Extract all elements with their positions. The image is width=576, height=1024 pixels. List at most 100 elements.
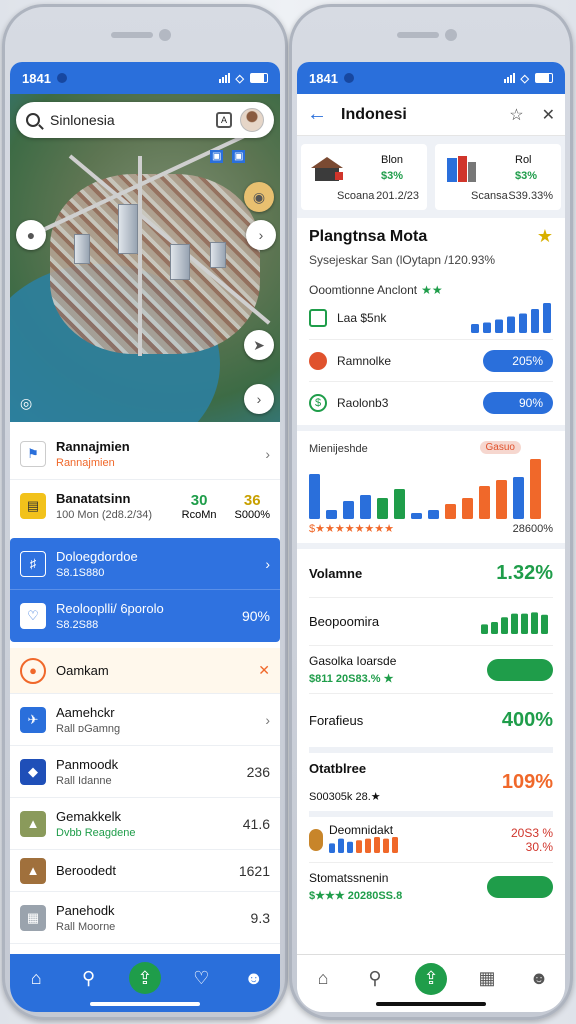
map-building [74, 234, 90, 264]
list-item[interactable]: ▲ Beroodedt 1621 [10, 850, 280, 892]
item-subtitle: Rall Moorne [56, 920, 116, 933]
back-arrow-icon[interactable]: ← [307, 103, 327, 126]
chart-bar [374, 837, 380, 853]
compass-icon[interactable]: ➤ [244, 330, 274, 360]
heart-icon[interactable]: ♡ [189, 966, 213, 990]
map-badge[interactable]: ▣ [232, 150, 246, 163]
map-building [210, 242, 226, 268]
chart-bar [347, 841, 353, 853]
tile-percent: $3% [515, 170, 538, 182]
item-title: Panmoodk [56, 756, 119, 772]
list-item[interactable]: ◆ Panmoodk Rall Idanne 236 [10, 746, 280, 798]
summary-tile[interactable]: Rol $3% Scansa S39.33% [435, 144, 561, 210]
photo-thumb-icon[interactable]: ◉ [244, 182, 274, 212]
search-icon [26, 113, 40, 127]
item-title: Banatatsinn [56, 491, 131, 506]
home-icon[interactable]: ⌂ [311, 967, 335, 991]
chart-bar [481, 623, 488, 634]
item-title: Reolooplli/ 6porolo [56, 601, 164, 616]
chevron-right-icon[interactable]: › [246, 220, 276, 250]
item-value: 90% [241, 608, 270, 624]
item-title: Beroodedt [56, 863, 116, 878]
value-pill[interactable]: 205% [483, 349, 553, 372]
close-icon[interactable]: ✕ [258, 662, 270, 679]
tile-percent: $3% [381, 170, 404, 182]
location-pin-icon[interactable]: ● [16, 220, 46, 250]
location-target-icon[interactable]: ◎ [20, 395, 32, 412]
star-icon[interactable]: ★ [537, 226, 553, 247]
map-building [170, 244, 190, 280]
search-bar[interactable]: Sinlonesia A [16, 102, 274, 138]
list-item[interactable]: Laa $5nk [309, 297, 553, 339]
status-pill[interactable] [487, 658, 553, 681]
metric-row[interactable]: Deomnidakt 20S3 % 30.% [309, 811, 553, 862]
map-tab-icon[interactable]: ⇪ [128, 962, 161, 994]
shield-icon: ◆ [20, 758, 46, 785]
item-title: Aamehckr [56, 704, 115, 720]
signal-icon [218, 73, 230, 83]
chart-bar [479, 486, 490, 519]
item-title: Oamkam [56, 663, 109, 678]
list-item[interactable]: ✈ Aamehckr Rall ᴅGamng › [10, 694, 280, 746]
metric-label: Beopoomira [309, 614, 380, 629]
map-badge[interactable]: ▣ [210, 150, 224, 163]
map-city [50, 174, 260, 354]
list-item[interactable]: ▲ Gemakkelk Dvbb Reagdene 41.6 [10, 798, 280, 850]
metric-row[interactable]: Volamne 1.32% [309, 549, 553, 597]
metric-value: 1.32% [496, 561, 553, 584]
status-pill[interactable] [487, 875, 553, 898]
list-item[interactable]: Ramnolke 205% [309, 339, 553, 381]
map-layer-icon[interactable]: A [216, 112, 232, 128]
item-subtitle: Dvbb Reagdene [56, 826, 136, 839]
chart-bar [531, 611, 538, 634]
search-icon[interactable]: ⚲ [363, 967, 387, 991]
chart-badge[interactable]: Gasuo [479, 441, 521, 454]
list-item[interactable]: ⚑ Rannajmien Rannajmien › [10, 428, 280, 480]
chart-bar [501, 616, 508, 634]
status-bar: 1841 ◇ [297, 62, 565, 94]
battery-icon [250, 73, 268, 83]
star-outline-icon[interactable]: ☆ [509, 105, 523, 125]
list-item[interactable]: ▤ Banatatsinn 100 Mon (2d8.2/34) 30 RcoM… [10, 480, 280, 532]
wifi-icon: ◇ [520, 72, 529, 85]
chevron-right-icon[interactable]: › [244, 384, 274, 414]
list-item[interactable]: ● Oamkam ✕ [10, 648, 280, 694]
tile-name: Rol [515, 154, 532, 166]
chart-bar [356, 840, 362, 853]
metric-row[interactable]: Gasolka Ioarsde $811 20S83.% ★ [309, 645, 553, 693]
profile-icon[interactable]: ☻ [242, 966, 266, 990]
chart-bar [521, 613, 528, 634]
chevron-right-icon[interactable]: › [265, 712, 270, 728]
list-item[interactable]: $ Raolonb3 90% [309, 381, 553, 423]
metric-row[interactable]: Forafieus 400% [309, 693, 553, 747]
list-item[interactable]: ♡ Reolooplli/ 6porolo S8.2S88 90% [10, 590, 280, 642]
metric-label: Deomnidakt [329, 823, 394, 837]
chart-bar [483, 322, 491, 333]
tile-label: Scansa [471, 190, 508, 202]
list-item[interactable]: ♯ Doloegdordoe S8.1S880 › [10, 538, 280, 590]
close-icon[interactable]: ✕ [542, 105, 555, 125]
chart-bar [471, 324, 479, 333]
mini-bar-chart [471, 303, 551, 333]
avatar[interactable] [240, 108, 264, 132]
list-item[interactable]: ▦ Panehodk Rall Moorne 9.3 [10, 892, 280, 944]
tag-icon: ♯ [20, 550, 46, 577]
summary-tile[interactable]: Blon $3% Scoana 201.2/23 [301, 144, 427, 210]
value-pill[interactable]: 90% [483, 391, 553, 414]
metric-row[interactable]: Otatblree S00305k 28.★ 109% [309, 747, 553, 811]
item-subtitle: S8.2S88 [56, 619, 99, 631]
status-pill [56, 73, 67, 83]
map-tab-icon[interactable]: ⇪ [415, 962, 447, 995]
calendar-icon[interactable]: ▦ [475, 967, 499, 991]
profile-icon[interactable]: ☻ [527, 967, 551, 991]
chevron-right-icon[interactable]: › [265, 556, 270, 572]
map-view[interactable]: Sinlonesia A ▣ ▣ ● › ➤ › ◉ ◎ [10, 94, 280, 422]
dollar-icon: $ [309, 393, 327, 412]
metric-row[interactable]: Beopoomira [309, 597, 553, 645]
chevron-right-icon[interactable]: › [265, 446, 270, 462]
search-icon[interactable]: ⚲ [77, 966, 101, 990]
search-input[interactable]: Sinlonesia [50, 112, 115, 128]
home-icon[interactable]: ⌂ [24, 966, 48, 990]
metric-row[interactable]: Stomatssnenin $★★★ 20280SS.8 [309, 862, 553, 910]
heart-icon: ♡ [20, 603, 46, 629]
